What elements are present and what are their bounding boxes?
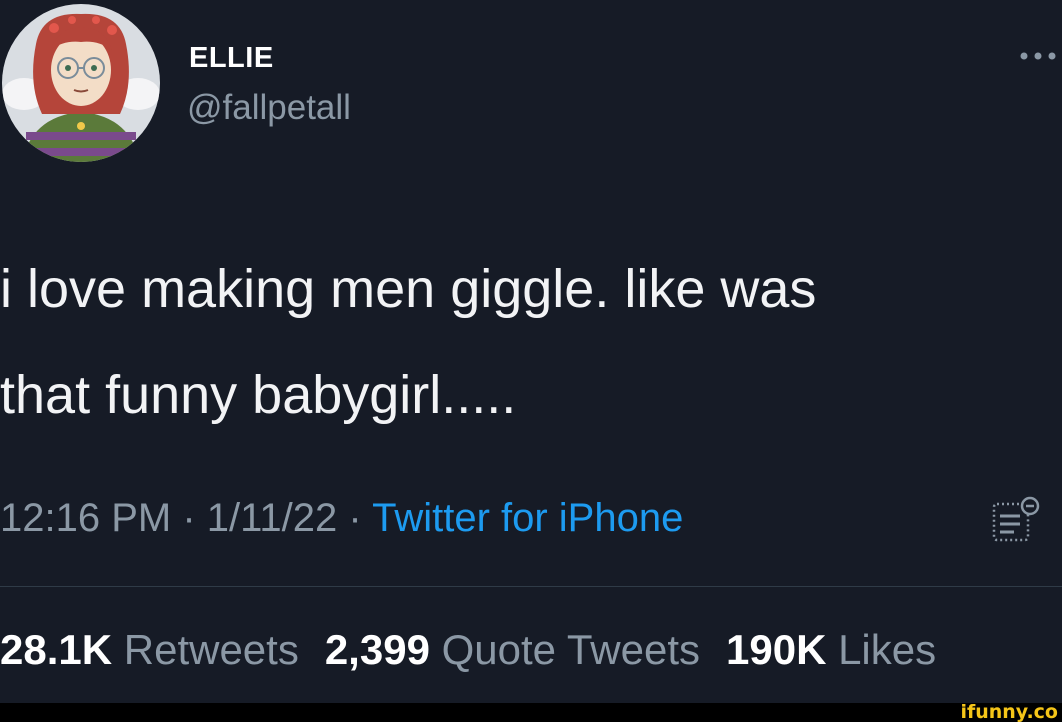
likes-count: 190K [726,626,827,673]
likes-label: Likes [838,626,937,673]
quote-tweets-stat[interactable]: 2,399 Quote Tweets [325,626,700,673]
watermark-bar: ifunny.co [0,703,1062,722]
tweet-card: ELLIE @fallpetall i love making men gigg… [0,0,1062,703]
tweet-stats: 28.1K Retweets 2,399 Quote Tweets 190K Lik… [0,626,936,674]
tweet-date[interactable]: 1/11/22 [207,496,338,540]
avatar[interactable] [2,4,160,162]
tweet-time[interactable]: 12:16 PM [0,496,171,540]
retweets-label: Retweets [123,626,299,673]
likes-stat[interactable]: 190K Likes [726,626,936,673]
display-name[interactable]: ELLIE [189,42,274,75]
quote-tweets-count: 2,399 [324,626,430,673]
quote-tweets-label: Quote Tweets [441,626,700,673]
avatar-image [2,4,160,162]
retweets-stat[interactable]: 28.1K Retweets [0,626,299,673]
divider [0,586,1062,587]
meta-separator: · [337,496,373,540]
watermark-logo: ifunny.co [960,701,1058,722]
user-handle[interactable]: @fallpetall [187,88,351,128]
retweets-count: 28.1K [0,626,113,673]
tweet-meta: 12:16 PM · 1/11/22 · Twitter for iPhone [0,496,683,541]
tweet-text: i love making men giggle. like was that … [0,259,817,425]
analytics-icon[interactable] [990,494,1042,546]
tweet-source-link[interactable]: Twitter for iPhone [372,496,683,540]
more-horizontal-icon[interactable] [1016,50,1062,62]
meta-separator: · [171,496,207,540]
